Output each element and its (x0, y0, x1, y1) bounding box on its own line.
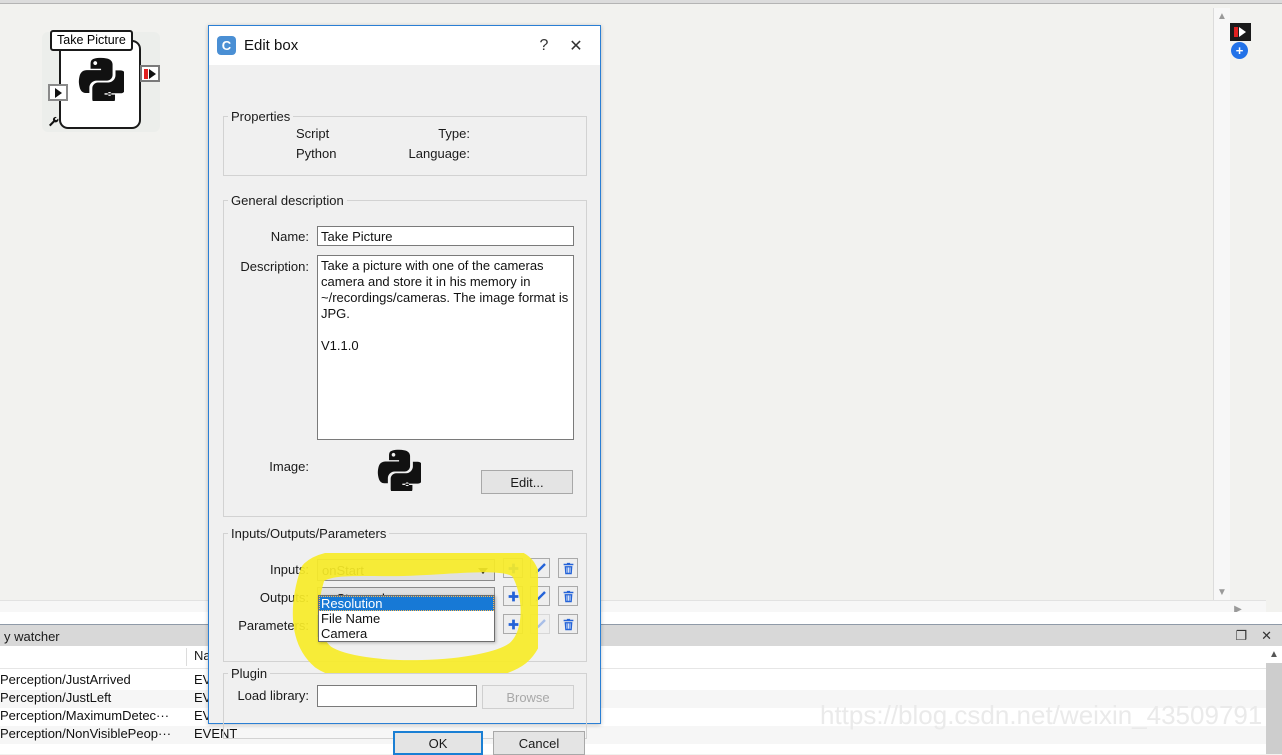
scroll-down-icon[interactable]: ▼ (1214, 584, 1230, 600)
panel-title-bar: y watcher ❐ ✕ (0, 624, 1282, 648)
node-output-port[interactable] (140, 65, 160, 82)
add-output-button[interactable] (503, 586, 523, 606)
language-value: Python (296, 146, 337, 161)
inputs-label: Inputs: (269, 562, 309, 577)
wrench-icon (49, 116, 59, 127)
close-button[interactable]: ✕ (560, 31, 592, 61)
plus-circle-icon[interactable]: + (1231, 42, 1248, 59)
panel-title: y watcher (4, 628, 60, 644)
canvas-output-port-icon[interactable] (1229, 23, 1251, 41)
pencil-icon (535, 618, 546, 629)
canvas-vertical-scrollbar[interactable]: ▲ ▼ (1213, 8, 1230, 600)
row-name: Perception/JustArrived (0, 672, 131, 687)
trash-icon (563, 562, 573, 574)
row-name: Perception/NonVisiblePeop··· (0, 726, 172, 741)
dropdown-option-file-name[interactable]: File Name (319, 611, 494, 626)
chevron-down-icon (478, 568, 488, 574)
close-icon[interactable]: ✕ (1261, 628, 1272, 644)
plus-icon (508, 591, 518, 601)
panel-vertical-scrollbar[interactable]: ▲ (1266, 646, 1282, 754)
column-divider (186, 648, 187, 666)
image-label: Image: (269, 459, 309, 474)
browse-button[interactable]: Browse (482, 685, 574, 709)
play-triangle-icon (1239, 27, 1246, 37)
properties-legend: Properties (231, 109, 291, 124)
name-input[interactable] (317, 226, 574, 246)
scroll-up-icon[interactable]: ▲ (1214, 8, 1230, 24)
delete-input-button[interactable] (558, 558, 578, 578)
outputs-label: Outputs: (259, 590, 309, 605)
dialog-title-bar[interactable]: C Edit box ? ✕ (209, 26, 600, 65)
description-label: Description: (240, 259, 309, 274)
stop-bar-icon (1234, 27, 1238, 37)
row-name: Perception/MaximumDetec··· (0, 708, 170, 723)
type-label: Type: (438, 126, 470, 141)
name-label: Name: (270, 229, 309, 244)
float-window-icon[interactable]: ❐ (1235, 628, 1247, 644)
node-title: Take Picture (50, 30, 133, 51)
general-description-legend: General description (231, 193, 344, 208)
delete-parameter-button[interactable] (558, 614, 578, 634)
trash-icon (563, 618, 573, 630)
pencil-icon (535, 590, 546, 601)
node-take-picture[interactable]: Take Picture (42, 30, 160, 132)
dropdown-option-camera[interactable]: Camera (319, 626, 494, 641)
edit-parameter-button[interactable] (530, 614, 550, 634)
dropdown-option-resolution[interactable]: Resolution (319, 596, 494, 611)
add-input-button[interactable] (503, 558, 523, 578)
add-parameter-button[interactable] (503, 614, 523, 634)
node-input-port[interactable] (48, 84, 68, 101)
ok-button[interactable]: OK (393, 731, 483, 755)
table-row[interactable]: Perception/JustArrived EVENT (0, 672, 1266, 690)
dialog-title: Edit box (244, 37, 299, 54)
parameters-label: Parameters: (238, 618, 309, 633)
play-triangle-icon (149, 68, 156, 79)
scroll-up-icon[interactable]: ▲ (1266, 646, 1282, 662)
play-triangle-icon (54, 87, 62, 98)
type-value: Script (296, 126, 330, 141)
cancel-button[interactable]: Cancel (493, 731, 585, 755)
load-library-label: Load library: (237, 688, 309, 703)
pencil-icon (535, 562, 546, 573)
plus-icon (508, 563, 518, 573)
flow-canvas[interactable]: Take Picture + ▲ ▼ ▶ (0, 4, 1266, 617)
inputs-combobox[interactable]: onStart (317, 559, 495, 581)
language-label: Language: (408, 146, 470, 161)
load-library-input[interactable] (317, 685, 477, 707)
edit-input-button[interactable] (530, 558, 550, 578)
description-textarea[interactable]: Take a picture with one of the cameras c… (317, 255, 574, 440)
choregraphe-c-icon: C (217, 36, 236, 55)
plus-icon (508, 619, 518, 629)
trash-icon (563, 590, 573, 602)
edit-image-button[interactable]: Edit... (481, 470, 573, 494)
python-logo-icon (78, 57, 124, 101)
parameters-dropdown-list[interactable]: Resolution File Name Camera (318, 595, 495, 642)
iop-legend: Inputs/Outputs/Parameters (231, 526, 387, 541)
table-header: Na (0, 646, 1266, 669)
help-button[interactable]: ? (528, 31, 560, 61)
delete-output-button[interactable] (558, 586, 578, 606)
plugin-legend: Plugin (231, 666, 268, 681)
row-name: Perception/JustLeft (0, 690, 112, 705)
watermark: https://blog.csdn.net/weixin_43509791 (820, 700, 1263, 730)
stop-bar-icon (144, 68, 148, 79)
scrollbar-thumb[interactable] (1266, 663, 1282, 754)
properties-group: Properties (223, 109, 587, 176)
edit-output-button[interactable] (530, 586, 550, 606)
python-logo-icon (377, 449, 421, 491)
inputs-combobox-value: onStart (322, 562, 364, 578)
